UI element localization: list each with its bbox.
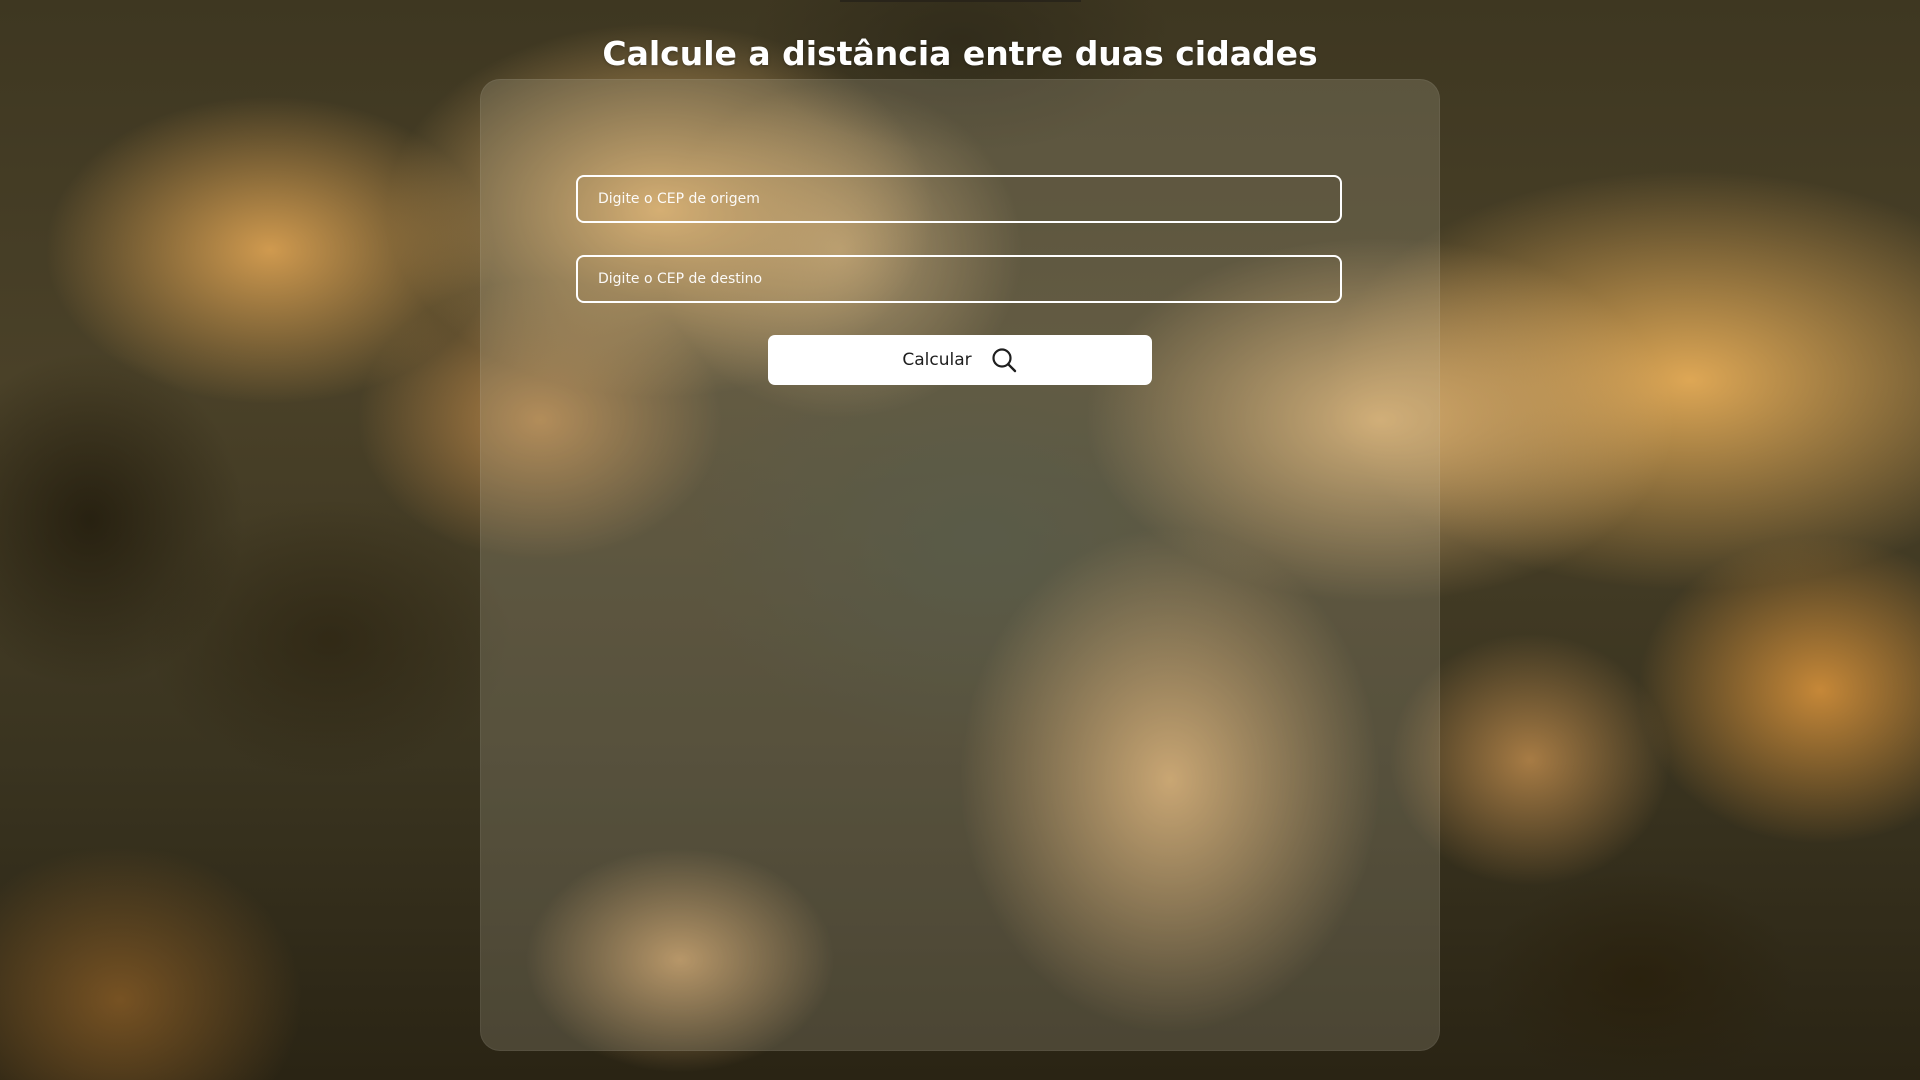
search-icon [990, 346, 1018, 374]
page-title: Calcule a distância entre duas cidades [602, 34, 1318, 73]
calculate-button-label: Calcular [902, 350, 972, 370]
calculate-button[interactable]: Calcular [768, 335, 1152, 385]
destination-cep-input[interactable] [576, 255, 1342, 303]
origin-cep-input[interactable] [576, 175, 1342, 223]
top-divider [840, 0, 1081, 2]
calculator-card: Calcular [480, 79, 1440, 1051]
